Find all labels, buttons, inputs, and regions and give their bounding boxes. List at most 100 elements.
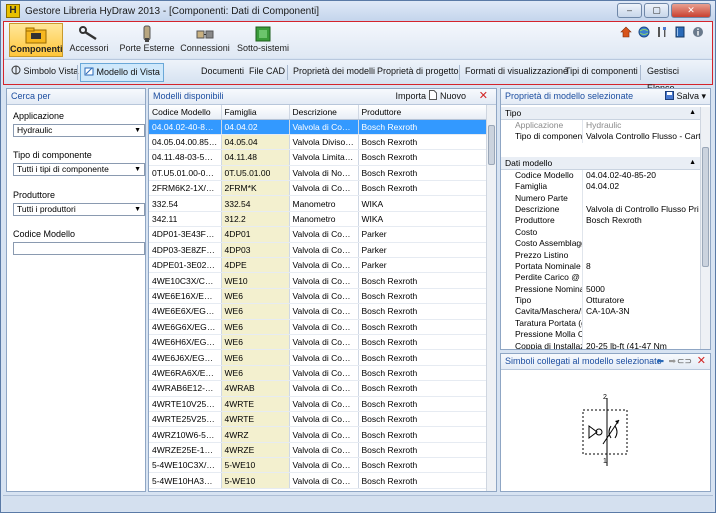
tab-componenti[interactable]: Componenti xyxy=(9,23,63,57)
property-row[interactable]: Pressione Nominale (psi5000 xyxy=(501,283,710,296)
tab-simbolo-vista[interactable]: Simbolo Vista xyxy=(8,63,81,82)
arrow-left-icon[interactable]: ⬅ xyxy=(656,354,664,369)
property-row[interactable]: Perdite Carico @ Portata xyxy=(501,272,710,284)
codice-input[interactable] xyxy=(13,242,145,255)
table-row[interactable]: 04.04.02-40-85-20 04.04.02 Valvola di Cont… xyxy=(149,119,487,135)
property-value[interactable] xyxy=(583,238,710,249)
table-row[interactable]: 4WE6J6X/EG24...WE6Valvola di Controll...… xyxy=(149,349,487,366)
dati-group-header[interactable]: Dati modello ▲ xyxy=(501,156,710,170)
property-value[interactable]: 5000 xyxy=(583,284,710,295)
maximize-button[interactable]: ▢ xyxy=(644,3,669,18)
property-row[interactable]: Costo Assemblaggio xyxy=(501,238,710,250)
arrow-right-icon[interactable]: ➡ xyxy=(668,354,676,369)
table-row[interactable]: 4DPE01-3E02Q1...4DPEValvola di Controll.… xyxy=(149,257,487,274)
globe-icon[interactable] xyxy=(638,26,650,38)
tab-tipi-componenti[interactable]: Tipi di componenti xyxy=(562,63,641,82)
property-row[interactable]: Prezzo Listino xyxy=(501,249,710,261)
property-row[interactable]: Descrizione Valvola di Controllo Flusso P… xyxy=(501,203,710,216)
tipo-select[interactable]: Tutti i tipi di componente ▼ xyxy=(13,163,145,176)
column-header[interactable]: Produttore xyxy=(358,105,487,120)
applicazione-select[interactable]: Hydraulic ▼ xyxy=(13,124,145,137)
minimize-button[interactable]: – xyxy=(617,3,642,18)
tab-formati-visualizzazione[interactable]: Formati di visualizzazione xyxy=(462,63,571,82)
table-row[interactable]: 4DP03-3E8ZF20...4DP03Valvola di Controll… xyxy=(149,242,487,259)
table-row[interactable]: 4WE6H6X/EG24...WE6Valvola di Controll...… xyxy=(149,334,487,351)
table-row[interactable]: 5-4WE10HA3X/...5-WE10Valvola di Controll… xyxy=(149,472,487,489)
property-value[interactable] xyxy=(583,227,710,238)
table-row[interactable]: 4WE6G6X/EG24...WE6Valvola di Controll...… xyxy=(149,319,487,335)
salva-button[interactable]: Salva ▾ xyxy=(664,89,706,104)
properties-scrollbar[interactable] xyxy=(700,107,710,349)
table-row[interactable]: 4DP01-3E43F10-...4DP01Valvola di Control… xyxy=(149,226,487,243)
table-row[interactable]: 04.05.04.00.85-02 04.05.04 Valvola Divisor… xyxy=(149,134,487,151)
table-row[interactable]: 4WRZE25E-100-...4WRZEValvola di Controll… xyxy=(149,442,487,459)
importa-button[interactable]: Importa xyxy=(395,89,426,104)
property-value[interactable]: Valvola di Controllo Flusso Pri xyxy=(583,204,710,215)
models-scrollbar[interactable] xyxy=(486,105,496,491)
table-row[interactable]: 4WE10C3X/CG2...WE10Valvola di Controll..… xyxy=(149,272,487,289)
table-row[interactable]: 342.11 312.2 Manometro WIKA xyxy=(149,211,487,228)
tab-gestisci-elenco[interactable]: Gestisci Elenco xyxy=(644,63,712,93)
property-value[interactable]: 04.04.02-40-85-20 xyxy=(583,170,710,181)
tab-sotto-sistemi[interactable]: Sotto-sistemi xyxy=(236,23,290,57)
property-row[interactable]: Cavita/Maschera/InterfaCA-10A-3N xyxy=(501,306,710,318)
property-row[interactable]: Codice Modello 04.04.02-40-85-20 xyxy=(501,169,710,182)
tab-proprieta-progetto[interactable]: Proprietà di progetto xyxy=(374,63,462,82)
table-row[interactable]: 04.11.48-03-56-10 04.11.48 Valvola Limitat… xyxy=(149,149,487,166)
property-value[interactable]: 8 xyxy=(583,261,710,272)
property-row[interactable]: Taratura Portata (gpm) xyxy=(501,317,710,330)
property-row[interactable]: Tipo Otturatore xyxy=(501,295,710,307)
table-row[interactable]: 4WE6RA6X/EG...WE6Valvola di Controll...B… xyxy=(149,365,487,382)
table-row[interactable]: 4WE6E16X/EG2...WE6Valvola di Controll...… xyxy=(149,288,487,305)
link-icon[interactable]: ⊂⊃ xyxy=(677,354,692,369)
property-row[interactable]: Applicazione Hydraulic xyxy=(501,120,710,132)
tab-porte-esterne[interactable]: Porte Esterne xyxy=(119,23,175,57)
flow-control-valve-symbol[interactable] xyxy=(577,396,637,468)
property-row[interactable]: Famiglia 04.04.02 xyxy=(501,181,710,193)
scrollbar-thumb[interactable] xyxy=(702,147,709,267)
property-value[interactable]: 04.04.02 xyxy=(583,181,710,192)
property-value[interactable] xyxy=(583,193,710,204)
property-row[interactable]: Portata Nominale (gpm)8 xyxy=(501,260,710,273)
property-value[interactable] xyxy=(583,318,710,329)
property-value[interactable]: Valvola Controllo Flusso - Cart xyxy=(583,131,710,142)
table-row[interactable]: 2FRM6K2-1X/0...2FRM*KValvola di Controll… xyxy=(149,180,487,197)
table-row[interactable]: 332.54 332.54 Manometro WIKA xyxy=(149,195,487,212)
tab-proprieta-modelli[interactable]: Proprietà dei modelli xyxy=(290,63,378,82)
tab-file-cad[interactable]: File CAD xyxy=(246,63,288,82)
column-header[interactable]: Famiglia xyxy=(221,105,290,120)
property-row[interactable]: Costo xyxy=(501,226,710,239)
tab-accessori[interactable]: Accessori xyxy=(67,23,111,57)
property-value[interactable] xyxy=(583,250,710,261)
tipo-group-header[interactable]: Tipo ▲ xyxy=(501,107,710,120)
property-value[interactable]: Otturatore xyxy=(583,295,710,306)
collapse-icon[interactable]: ▲ xyxy=(689,157,696,169)
nuovo-button[interactable]: Nuovo xyxy=(429,89,466,104)
property-row[interactable]: Pressione Molla Compen xyxy=(501,329,710,341)
column-header[interactable]: Codice Modello xyxy=(149,105,222,120)
column-header[interactable]: Descrizione xyxy=(289,105,359,120)
property-value[interactable]: 20-25 lb-ft (41-47 Nm xyxy=(583,341,710,349)
property-row[interactable]: Tipo di componente Valvola Controllo Flus… xyxy=(501,131,710,143)
property-value[interactable]: Bosch Rexroth xyxy=(583,215,710,226)
delete-icon[interactable]: ✕ xyxy=(479,89,488,104)
table-row[interactable]: 4WRZ10W6-50-...4WRZValvola di Controll..… xyxy=(149,426,487,443)
produttore-select[interactable]: Tutti i produttori ▼ xyxy=(13,203,145,216)
property-row[interactable]: Numero Parte xyxy=(501,192,710,204)
table-row[interactable]: 4WRTE25V25L-...4WRTEValvola di Controll.… xyxy=(149,411,487,428)
property-row[interactable]: Produttore Bosch Rexroth xyxy=(501,215,710,227)
table-row[interactable]: 0T.U5.01.00-02-00 0T.U5.01.00 Valvola di N… xyxy=(149,165,487,182)
table-row[interactable]: 4WRTE10V25L-...4WRTEValvola di Controll.… xyxy=(149,396,487,412)
table-row[interactable]: 4WRAB6E12-1X...4WRABValvola di Controll.… xyxy=(149,380,487,397)
info-icon[interactable] xyxy=(692,26,704,38)
tab-modello-vista[interactable]: Modello di Vista xyxy=(80,63,164,82)
delete-icon[interactable]: ✕ xyxy=(697,354,706,369)
table-row[interactable]: 5-4WE10C3X/O...5-WE10Valvola di Controll… xyxy=(149,457,487,474)
tab-connessioni[interactable]: Connessioni xyxy=(179,23,231,57)
tab-documenti[interactable]: Documenti xyxy=(198,63,247,82)
table-row[interactable]: 4WE6E6X/EG24...WE6Valvola di Controll...… xyxy=(149,303,487,320)
close-button[interactable]: ✕ xyxy=(671,3,711,18)
property-value[interactable] xyxy=(583,329,710,340)
book-icon[interactable] xyxy=(674,26,686,38)
tools-settings-icon[interactable] xyxy=(656,26,668,38)
